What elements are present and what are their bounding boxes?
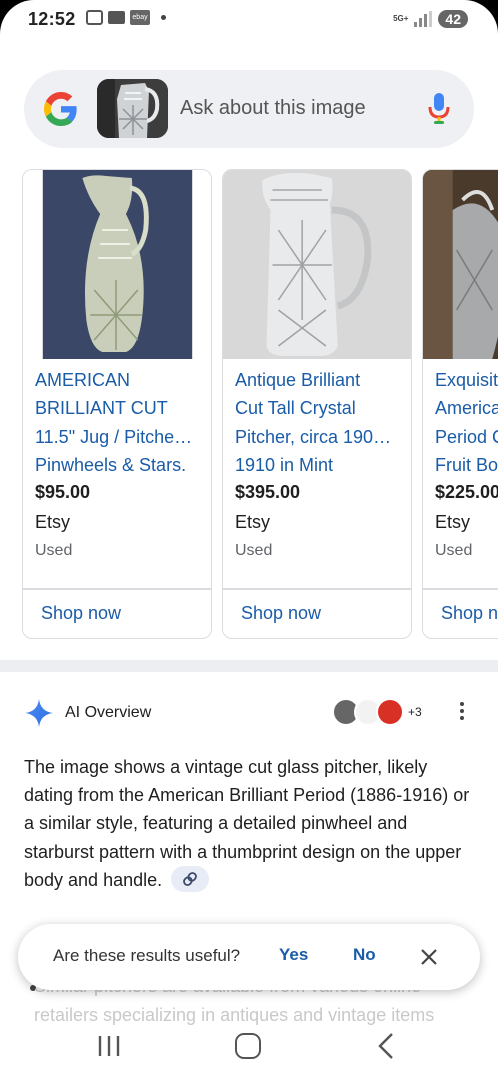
more-notifications-icon [161,15,166,20]
ai-overview-text: The image shows a vintage cut glass pitc… [24,753,474,894]
card-divider [23,588,211,590]
screen: 12:52 ebay 5G+ 42 Ask about this image A… [0,0,498,1080]
search-bar[interactable]: Ask about this image [24,70,474,148]
product-title[interactable]: Antique Brilliant Cut Tall Crystal Pitch… [235,366,403,482]
signal-icon [414,11,433,27]
feedback-yes-button[interactable]: Yes [279,945,308,965]
product-seller: Etsy [435,512,471,532]
product-price: $95.00 [35,482,91,502]
product-title[interactable]: AMERICAN BRILLIANT CUT 11.5" Jug / Pitch… [35,366,203,482]
google-logo-icon [44,92,77,126]
sparkle-icon [25,699,53,727]
mail-icon [108,11,125,24]
system-nav-bar [0,1018,498,1080]
product-image[interactable] [23,170,211,359]
more-options-icon[interactable] [452,702,472,724]
link-icon [183,872,198,886]
product-condition: Used [435,542,473,559]
microphone-icon[interactable] [426,92,452,126]
notification-icons: ebay [86,10,166,25]
feedback-no-button[interactable]: No [353,945,376,965]
screenshot-icon [86,10,103,25]
product-seller: Etsy [35,512,71,532]
product-card[interactable]: AMERICAN BRILLIANT CUT 11.5" Jug / Pitch… [22,169,212,639]
card-divider [423,588,498,590]
network-type: 5G+ [393,14,409,23]
status-time: 12:52 [28,9,76,29]
product-price: $395.00 [235,482,301,502]
product-image[interactable] [223,170,411,359]
shop-now-button[interactable]: Shop now [241,603,321,624]
query-image-thumbnail[interactable] [97,79,168,138]
close-icon[interactable] [419,947,439,967]
card-divider [223,588,411,590]
system-icons: 5G+ 42 [393,10,468,28]
ebay-app-icon: ebay [130,10,150,25]
citation-link-button[interactable] [171,866,210,893]
section-divider [0,660,498,672]
ai-overview-body: The image shows a vintage cut glass pitc… [24,757,470,890]
product-card[interactable]: Antique Brilliant Cut Tall Crystal Pitch… [222,169,412,639]
product-card[interactable]: Exquisit America Period C Fruit Bo $225.… [422,169,498,639]
more-sources-count[interactable]: +3 [408,705,422,719]
battery-icon: 42 [438,10,468,28]
product-title[interactable]: Exquisit America Period C Fruit Bo [435,366,498,482]
product-condition: Used [235,542,273,559]
search-placeholder[interactable]: Ask about this image [180,97,366,120]
ai-overview-title: AI Overview [65,704,152,721]
product-carousel[interactable]: AMERICAN BRILLIANT CUT 11.5" Jug / Pitch… [22,169,498,639]
source-avatars[interactable]: +3 [332,696,432,728]
product-condition: Used [35,542,73,559]
ai-overview-header: AI Overview +3 [24,696,474,728]
home-icon[interactable] [235,1033,261,1059]
shop-now-button[interactable]: Shop now [41,603,121,624]
feedback-toast: Are these results useful? Yes No [18,924,480,990]
feedback-question: Are these results useful? [53,946,241,965]
shop-now-button[interactable]: Shop n [441,603,498,624]
product-price: $225.00 [435,482,498,502]
product-seller: Etsy [235,512,271,532]
source-avatar[interactable] [376,698,404,726]
status-bar: 12:52 ebay 5G+ 42 [0,0,498,42]
back-icon[interactable] [376,1032,396,1060]
product-image[interactable] [423,170,498,359]
recents-icon[interactable] [96,1034,122,1058]
